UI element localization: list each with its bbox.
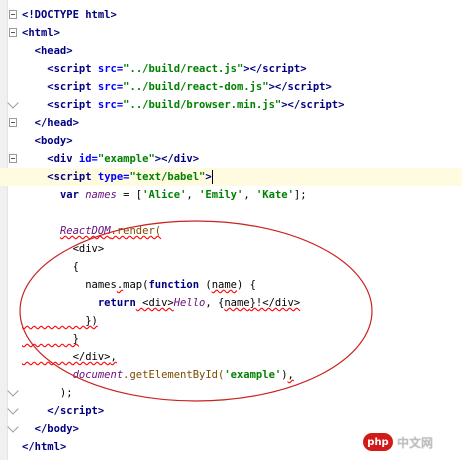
code-token: > xyxy=(66,45,73,57)
code-line[interactable]: </script> xyxy=(0,402,462,420)
code-token: "../build/browser.min.js" xyxy=(123,99,282,111)
code-token: = [ xyxy=(116,189,143,201)
code-token: body xyxy=(47,423,73,435)
code-token: < xyxy=(22,153,54,165)
watermark-site-text: 中文网 xyxy=(397,435,434,450)
code-token: script xyxy=(53,99,98,111)
code-token: type= xyxy=(97,171,130,183)
code-token: < xyxy=(22,81,54,93)
code-token: 'Alice' xyxy=(142,189,187,201)
code-line[interactable]: </head> xyxy=(0,114,462,132)
code-token: 'Emily' xyxy=(199,189,244,201)
code-token: ></ xyxy=(154,153,174,165)
code-token: </ xyxy=(22,405,60,417)
code-token: > xyxy=(338,99,345,111)
red-annotation-ellipse xyxy=(19,220,373,402)
code-token: script xyxy=(53,63,98,75)
code-token: ></ xyxy=(281,99,301,111)
code-token: script xyxy=(300,99,339,111)
code-token: script xyxy=(53,171,98,183)
code-line[interactable]: <script src="../build/react.js"></script… xyxy=(0,60,462,78)
code-token: < xyxy=(22,63,54,75)
code-token: > xyxy=(300,63,307,75)
text-caret xyxy=(211,170,213,184)
code-token: > xyxy=(72,117,79,129)
code-token: ]; xyxy=(293,189,307,201)
code-token: </ xyxy=(22,441,35,453)
code-token: "example" xyxy=(97,153,155,165)
code-line[interactable]: var names = ['Alice', 'Emily', 'Kate']; xyxy=(0,186,462,204)
code-token: "text/babel" xyxy=(129,171,206,183)
annotation-ellipse-shape xyxy=(19,220,373,402)
code-token: script xyxy=(53,81,98,93)
code-token: </ xyxy=(22,117,48,129)
code-token: > xyxy=(72,423,79,435)
code-line[interactable]: <div id="example"></div> xyxy=(0,150,462,168)
code-token: names xyxy=(85,189,117,201)
code-token: var xyxy=(59,189,86,201)
code-token: "../build/react.js" xyxy=(123,63,244,75)
code-token: html xyxy=(28,27,54,39)
code-token: head xyxy=(47,117,73,129)
site-watermark: php 中文网 xyxy=(363,431,459,453)
code-token: script xyxy=(262,63,301,75)
code-token: , xyxy=(186,189,200,201)
code-token: </ xyxy=(22,423,48,435)
fold-collapse-icon[interactable] xyxy=(9,118,17,127)
watermark-logo: php xyxy=(363,433,393,451)
code-token: > xyxy=(192,153,200,165)
code-line[interactable]: <body> xyxy=(0,132,462,150)
code-token: ></ xyxy=(243,63,263,75)
code-token: html xyxy=(34,441,60,453)
code-token: id= xyxy=(78,153,98,165)
code-token: < xyxy=(22,135,41,147)
code-token: > xyxy=(97,405,105,417)
code-token: > xyxy=(66,135,73,147)
code-token: div xyxy=(53,153,79,165)
code-line[interactable]: <html> xyxy=(0,24,462,42)
fold-collapse-icon[interactable] xyxy=(9,10,17,19)
code-token: > xyxy=(325,81,332,93)
code-token: script xyxy=(287,81,326,93)
code-token: div xyxy=(173,153,193,165)
code-token: head xyxy=(40,45,67,57)
code-token: < xyxy=(22,99,54,111)
code-token: > xyxy=(59,441,67,453)
code-token: src= xyxy=(97,63,124,75)
fold-collapse-icon[interactable] xyxy=(9,28,17,37)
fold-collapse-icon[interactable] xyxy=(9,154,17,163)
code-line[interactable]: <script type="text/babel"> xyxy=(0,168,462,186)
code-token: ></ xyxy=(268,81,288,93)
code-token: src= xyxy=(97,81,124,93)
code-token: "../build/react-dom.js" xyxy=(123,81,269,93)
code-token: < xyxy=(22,171,54,183)
code-line[interactable]: <script src="../build/react-dom.js"></sc… xyxy=(0,78,462,96)
code-token: html xyxy=(85,9,111,21)
code-line[interactable]: <!DOCTYPE html> xyxy=(0,6,462,24)
code-token: src= xyxy=(97,99,124,111)
code-line[interactable]: <script src="../build/browser.min.js"></… xyxy=(0,96,462,114)
code-token: script xyxy=(59,405,98,417)
code-token: > xyxy=(53,27,60,39)
code-token: body xyxy=(40,135,67,147)
code-token: , xyxy=(243,189,256,201)
code-token: < xyxy=(22,45,41,57)
code-token: 'Kate' xyxy=(255,189,294,201)
code-token: <!DOCTYPE xyxy=(22,9,86,21)
code-line[interactable]: <head> xyxy=(0,42,462,60)
code-token: > xyxy=(110,9,117,21)
